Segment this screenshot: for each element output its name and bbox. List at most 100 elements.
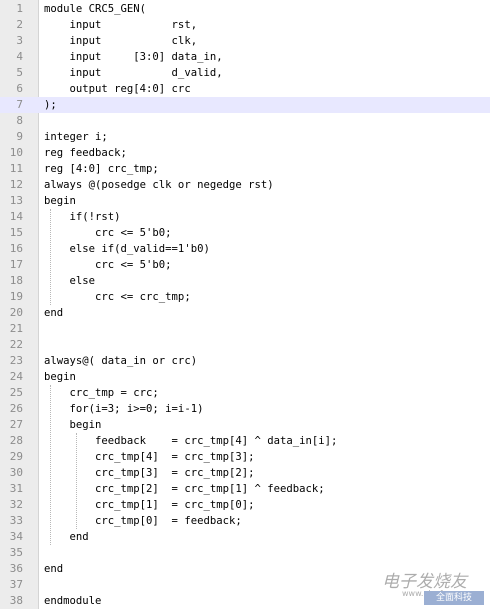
- code-line[interactable]: 10 reg feedback;: [0, 145, 490, 161]
- code-editor[interactable]: 1 module CRC5_GEN(2 input rst, 3 input clk…: [0, 0, 490, 609]
- code-line[interactable]: 35: [0, 545, 490, 561]
- code-text: else: [44, 275, 96, 287]
- code-line[interactable]: 26 for(i=3; i>=0; i=i-1): [0, 401, 490, 417]
- code-line[interactable]: 4 input [3:0] data_in,: [0, 49, 490, 65]
- code-line[interactable]: 31 crc_tmp[2] = crc_tmp[1] ^ feedback;: [0, 481, 490, 497]
- code-line[interactable]: 34 end: [0, 529, 490, 545]
- indent-guide: [76, 433, 77, 529]
- code-line[interactable]: 22: [0, 337, 490, 353]
- code-line[interactable]: 20 end: [0, 305, 490, 321]
- watermark: 电子发烧友 www.elecfans.com 全面科技: [344, 561, 484, 605]
- code-line[interactable]: 7);: [0, 97, 490, 113]
- code-line[interactable]: 24 begin: [0, 369, 490, 385]
- line-number: 19: [9, 290, 23, 303]
- line-number: 37: [9, 578, 23, 591]
- line-number: 22: [9, 338, 23, 351]
- line-number: 24: [9, 370, 23, 383]
- line-number: 38: [9, 594, 23, 607]
- code-line[interactable]: 5 input d_valid,: [0, 65, 490, 81]
- code-line[interactable]: 15 crc <= 5'b0;: [0, 225, 490, 241]
- code-text: if(!rst): [44, 211, 121, 223]
- line-number: 29: [9, 450, 23, 463]
- code-text: else if(d_valid==1'b0): [44, 243, 210, 255]
- code-text: crc <= crc_tmp;: [44, 291, 191, 303]
- code-text: reg [4:0] crc_tmp;: [44, 163, 159, 175]
- code-text: reg feedback;: [44, 147, 127, 159]
- line-number: 18: [9, 274, 23, 287]
- code-line[interactable]: 25 crc_tmp = crc;: [0, 385, 490, 401]
- line-number: 28: [9, 434, 23, 447]
- code-line[interactable]: 14 if(!rst): [0, 209, 490, 225]
- line-number: 30: [9, 466, 23, 479]
- code-text: begin: [44, 419, 102, 431]
- code-text: input [3:0] data_in,: [44, 51, 223, 63]
- code-line[interactable]: 1 module CRC5_GEN(: [0, 1, 490, 17]
- code-line[interactable]: 27 begin: [0, 417, 490, 433]
- code-line[interactable]: 19 crc <= crc_tmp;: [0, 289, 490, 305]
- code-text: end: [44, 563, 64, 575]
- code-text: crc_tmp[2] = crc_tmp[1] ^ feedback;: [44, 483, 325, 495]
- code-text: input rst,: [44, 19, 198, 31]
- line-number: 14: [9, 210, 23, 223]
- line-number: 6: [16, 82, 23, 95]
- line-number: 5: [16, 66, 23, 79]
- line-number: 27: [9, 418, 23, 431]
- line-number: 25: [9, 386, 23, 399]
- code-line[interactable]: 29 crc_tmp[4] = crc_tmp[3];: [0, 449, 490, 465]
- code-text: begin: [44, 195, 76, 207]
- code-line[interactable]: 12 always @(posedge clk or negedge rst): [0, 177, 490, 193]
- line-number: 15: [9, 226, 23, 239]
- code-text: endmodule: [44, 595, 102, 607]
- code-line[interactable]: 3 input clk,: [0, 33, 490, 49]
- code-line[interactable]: 9 integer i;: [0, 129, 490, 145]
- code-text: always@( data_in or crc): [44, 355, 198, 367]
- line-number: 26: [9, 402, 23, 415]
- code-line[interactable]: 18 else: [0, 273, 490, 289]
- line-number: 2: [16, 18, 23, 31]
- line-number: 11: [9, 162, 23, 175]
- code-text: crc_tmp = crc;: [44, 387, 159, 399]
- line-number: 34: [9, 530, 23, 543]
- code-line[interactable]: 32 crc_tmp[1] = crc_tmp[0];: [0, 497, 490, 513]
- line-number: 9: [16, 130, 23, 143]
- line-number: 36: [9, 562, 23, 575]
- code-text: for(i=3; i>=0; i=i-1): [44, 403, 204, 415]
- line-number: 7: [16, 98, 23, 111]
- code-text: crc <= 5'b0;: [44, 259, 172, 271]
- code-line[interactable]: 8: [0, 113, 490, 129]
- code-line[interactable]: 11 reg [4:0] crc_tmp;: [0, 161, 490, 177]
- watermark-logo: 全面科技: [424, 591, 484, 605]
- line-number: 33: [9, 514, 23, 527]
- code-line[interactable]: 16 else if(d_valid==1'b0): [0, 241, 490, 257]
- code-line[interactable]: 6 output reg[4:0] crc: [0, 81, 490, 97]
- code-line[interactable]: 17 crc <= 5'b0;: [0, 257, 490, 273]
- code-line[interactable]: 21: [0, 321, 490, 337]
- line-number: 21: [9, 322, 23, 335]
- line-number: 35: [9, 546, 23, 559]
- code-line[interactable]: 23 always@( data_in or crc): [0, 353, 490, 369]
- line-number: 1: [16, 2, 23, 15]
- code-line[interactable]: 33 crc_tmp[0] = feedback;: [0, 513, 490, 529]
- line-number: 16: [9, 242, 23, 255]
- code-line[interactable]: 2 input rst,: [0, 17, 490, 33]
- code-line[interactable]: 30 crc_tmp[3] = crc_tmp[2];: [0, 465, 490, 481]
- code-text: crc_tmp[0] = feedback;: [44, 515, 242, 527]
- code-text: crc <= 5'b0;: [44, 227, 172, 239]
- code-text: always @(posedge clk or negedge rst): [44, 179, 274, 191]
- code-text: integer i;: [44, 131, 108, 143]
- code-text: input d_valid,: [44, 67, 223, 79]
- line-number: 13: [9, 194, 23, 207]
- line-number: 12: [9, 178, 23, 191]
- line-number: 17: [9, 258, 23, 271]
- code-line[interactable]: 13 begin: [0, 193, 490, 209]
- indent-guide: [50, 209, 51, 305]
- code-text: feedback = crc_tmp[4] ^ data_in[i];: [44, 435, 338, 447]
- line-number: 23: [9, 354, 23, 367]
- line-number: 4: [16, 50, 23, 63]
- code-text: end: [44, 307, 64, 319]
- code-text: output reg[4:0] crc: [44, 83, 191, 95]
- code-text: module CRC5_GEN(: [44, 3, 147, 15]
- line-number: 31: [9, 482, 23, 495]
- code-line[interactable]: 28 feedback = crc_tmp[4] ^ data_in[i];: [0, 433, 490, 449]
- code-text: begin: [44, 371, 76, 383]
